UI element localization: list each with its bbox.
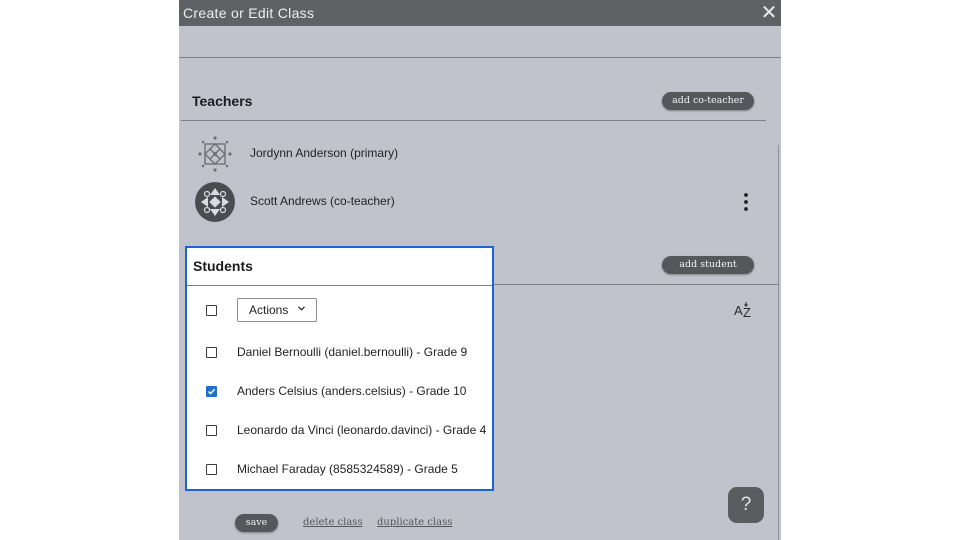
select-all-checkbox[interactable] [206,305,217,316]
pattern-avatar-icon [195,134,235,174]
students-panel: Students Actions Daniel Bernoulli (danie… [185,246,494,491]
student-label-bernoulli: Daniel Bernoulli (daniel.bernoulli) - Gr… [237,345,468,359]
student-checkbox-celsius[interactable] [206,386,217,397]
chevron-down-icon [298,306,305,311]
check-icon [207,388,216,395]
save-button[interactable]: save [235,514,278,532]
svg-text:A: A [734,303,743,318]
add-student-button[interactable]: add student [662,256,754,274]
top-strip [179,26,781,58]
teacher-row-primary: Jordynn Anderson (primary) [195,134,755,174]
student-checkbox-bernoulli[interactable] [206,347,217,358]
pattern-avatar-icon [195,182,235,222]
student-label-faraday: Michael Faraday (8585324589) - Grade 5 [237,462,458,476]
actions-dropdown[interactable]: Actions [237,298,317,322]
student-label-celsius: Anders Celsius (anders.celsius) - Grade … [237,384,467,398]
teacher-name-primary: Jordynn Anderson (primary) [250,146,399,160]
student-checkbox-faraday[interactable] [206,464,217,475]
dialog-titlebar: Create or Edit Class ✕ [179,0,781,26]
sort-alpha-icon[interactable]: A Z [733,299,755,321]
duplicate-class-link[interactable]: duplicate class [377,517,452,528]
delete-class-link[interactable]: delete class [303,517,363,528]
svg-text:Z: Z [743,305,751,320]
teacher-name-coteacher: Scott Andrews (co-teacher) [250,194,395,208]
teacher-row-coteacher: Scott Andrews (co-teacher) [195,182,755,222]
student-checkbox-davinci[interactable] [206,425,217,436]
students-divider-right [492,284,779,285]
students-heading: Students [193,258,253,274]
students-divider [187,285,492,286]
close-icon[interactable]: ✕ [759,3,779,23]
actions-label: Actions [249,303,289,317]
help-icon[interactable]: ? [728,487,764,523]
teachers-heading: Teachers [192,93,253,109]
dialog-title: Create or Edit Class [183,5,315,21]
more-vertical-icon[interactable] [739,190,753,214]
scrollbar-track[interactable] [778,145,779,540]
teachers-divider [181,120,766,121]
student-label-davinci: Leonardo da Vinci (leonardo.davinci) - G… [237,423,487,437]
add-co-teacher-button[interactable]: add co-teacher [662,92,754,110]
